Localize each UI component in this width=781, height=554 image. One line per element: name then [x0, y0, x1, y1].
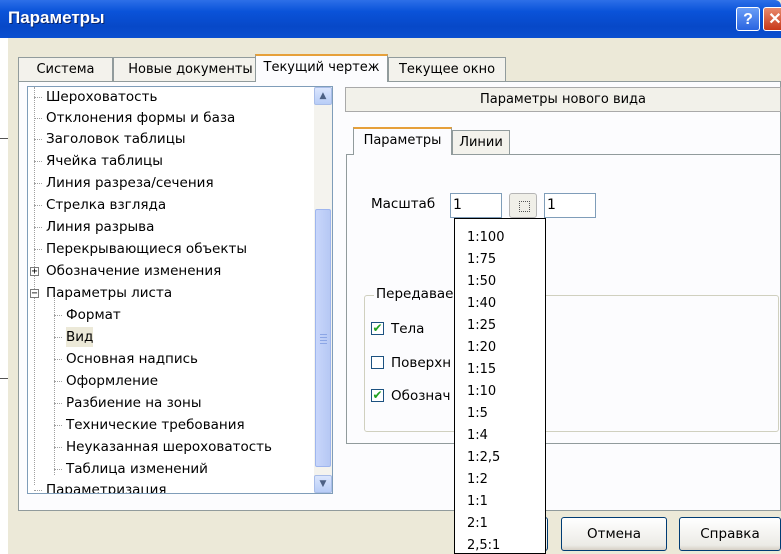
dropdown-option[interactable]: 1:75 [467, 249, 496, 271]
tree-item-label: Формат [66, 307, 121, 323]
background-strip [0, 38, 8, 554]
collapse-minus-icon[interactable]: − [30, 289, 39, 299]
dropdown-option[interactable]: 1:1 [467, 491, 488, 513]
dropdown-option[interactable]: 1:2,5 [467, 447, 500, 469]
scale-label: Масштаб [371, 196, 436, 212]
parameters-dialog: Параметры ? ✕ Система Новые документы Те… [0, 0, 781, 554]
dropdown-option[interactable]: 1:2 [467, 469, 488, 491]
divider [0, 138, 8, 139]
title-bar[interactable]: Параметры ? ✕ [0, 0, 781, 38]
tree-item-label: Параметры листа [46, 285, 173, 301]
tree-item-label: Основная надпись [66, 351, 199, 367]
dropdown-option[interactable]: 2,5:1 [467, 535, 500, 553]
dropdown-option[interactable]: 1:40 [467, 293, 496, 315]
dropdown-option[interactable]: 1:50 [467, 271, 496, 293]
tree-item-label: Обозначение изменения [46, 263, 222, 279]
checkbox-label: Поверхн [391, 355, 452, 371]
tree-item-label: Параметризация [46, 482, 167, 494]
scale-picker-button[interactable] [509, 193, 537, 218]
tree-connector [34, 87, 36, 485]
expand-plus-icon[interactable]: + [30, 267, 39, 277]
tree-item-label: Перекрывающиеся объекты [46, 241, 248, 257]
dropdown-option[interactable]: 1:100 [467, 227, 504, 249]
dropdown-option[interactable]: 1:4 [467, 425, 488, 447]
tab-system[interactable]: Система [18, 57, 113, 81]
tree-item-label: Стрелка взгляда [46, 197, 167, 213]
tree-item-label: Таблица изменений [66, 461, 208, 477]
tree-scrollbar[interactable]: ▲ ▼ [314, 87, 332, 493]
tab-current-drawing[interactable]: Текущий чертеж [255, 54, 388, 82]
tab-lines[interactable]: Линии [452, 130, 510, 154]
checkbox-checked-icon[interactable]: ✔ [371, 389, 384, 402]
cancel-button[interactable]: Отмена [561, 517, 667, 551]
tree-item-label: Шероховатость [46, 89, 158, 105]
scrollbar-thumb[interactable] [315, 209, 331, 467]
tree-item-label: Ячейка таблицы [46, 153, 163, 169]
tree-item-label: Линия разрыва [46, 219, 155, 235]
dropdown-option[interactable]: 1:15 [467, 359, 496, 381]
checkbox-label: Тела [391, 321, 425, 337]
dropdown-option[interactable]: 1:5 [467, 403, 488, 425]
help-button[interactable]: Справка [679, 517, 781, 551]
dropdown-option[interactable]: 2:1 [467, 513, 488, 535]
tree-item-label: Отклонения формы и база [46, 110, 236, 126]
scroll-up-arrow-icon[interactable]: ▲ [314, 87, 332, 105]
dropdown-option[interactable]: 1:20 [467, 337, 496, 359]
tab-new-documents[interactable]: Новые документы [113, 57, 268, 81]
checkbox-checked-icon[interactable]: ✔ [371, 322, 384, 335]
scale-denominator-input[interactable]: 1 [544, 193, 596, 218]
tab-current-window[interactable]: Текущее окно [388, 57, 506, 81]
panel-header: Параметры нового вида [345, 87, 781, 112]
dropdown-option[interactable]: 1:10 [467, 381, 496, 403]
scale-numerator-input[interactable]: 1 [450, 193, 502, 218]
tree-item-label: Заголовок таблицы [46, 131, 186, 147]
dropdown-option[interactable]: 1:25 [467, 315, 496, 337]
scale-dropdown-list[interactable]: 1:100 1:75 1:50 1:40 1:25 1:20 1:15 1:10… [454, 218, 546, 554]
dotted-square-icon [519, 201, 530, 212]
scroll-down-arrow-icon[interactable]: ▼ [314, 475, 332, 493]
tree-item-label: Разбиение на зоны [66, 395, 202, 411]
close-icon[interactable]: ✕ [763, 7, 781, 31]
tree-item-label: Оформление [66, 373, 159, 389]
divider [0, 378, 8, 379]
tree-item-label: Линия разреза/сечения [46, 175, 214, 191]
help-icon[interactable]: ? [736, 7, 760, 31]
checkbox-label: Обознач [391, 388, 451, 404]
tree-item-label: Технические требования [66, 417, 245, 433]
settings-tree: Шероховатость Отклонения формы и база За… [27, 86, 333, 494]
window-title: Параметры [8, 8, 105, 27]
groupbox-title: Передавае [374, 286, 456, 302]
tree-item-label: Вид [66, 327, 94, 347]
checkbox-unchecked-icon[interactable] [371, 356, 384, 369]
tab-parameters[interactable]: Параметры [353, 127, 452, 155]
tree-item-label: Неуказанная шероховатость [66, 439, 272, 455]
